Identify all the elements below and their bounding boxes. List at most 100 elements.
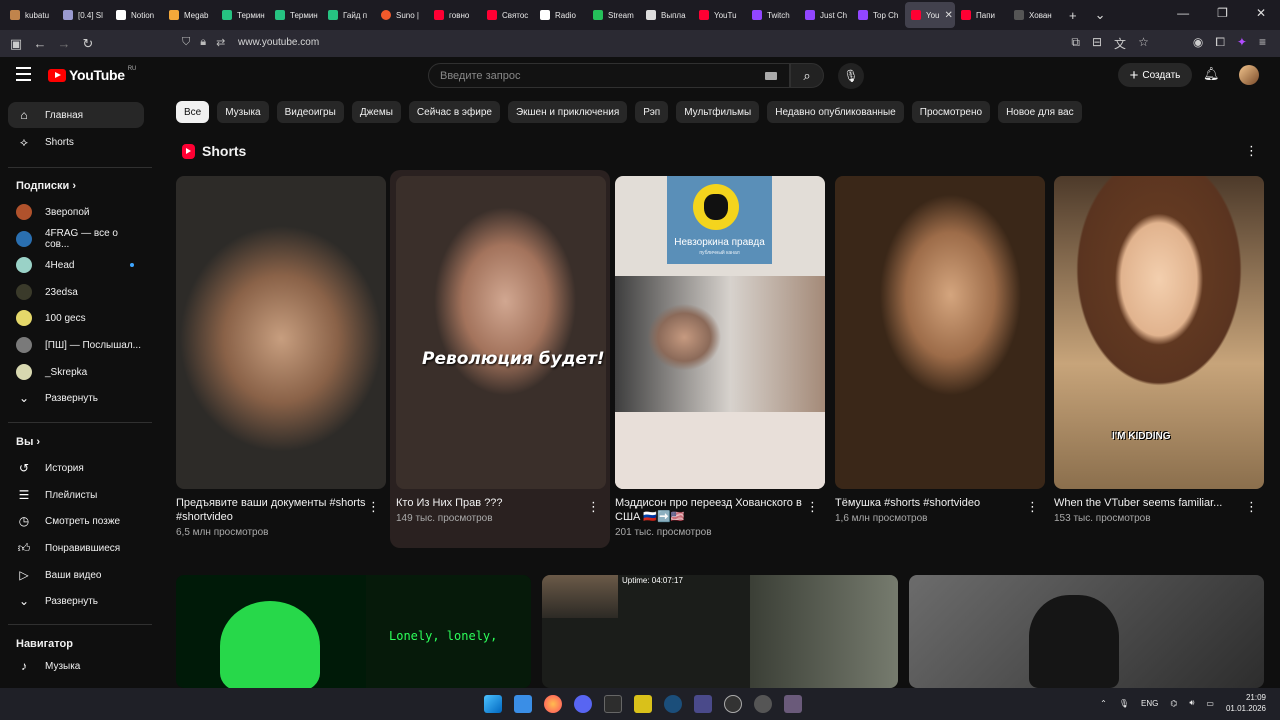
bookmark-star-icon[interactable]: ☆: [1138, 35, 1149, 52]
back-icon[interactable]: ←: [28, 36, 52, 51]
more-vertical-icon[interactable]: ⋮: [367, 499, 380, 515]
picture-in-picture-icon[interactable]: ⧉: [1071, 35, 1080, 52]
shield-icon[interactable]: ⛉: [182, 36, 190, 49]
network-icon[interactable]: ⌬: [1170, 699, 1177, 708]
short-card[interactable]: Предъявите ваши документы #shorts #short…: [176, 176, 386, 538]
translate-icon[interactable]: 文: [1114, 35, 1126, 52]
sidebar-item-subscription[interactable]: [ПШ] — Послышал...: [8, 332, 144, 358]
permissions-icon[interactable]: ⇄: [216, 36, 225, 49]
obs-icon[interactable]: [724, 695, 742, 713]
more-vertical-icon[interactable]: ⋮: [587, 499, 600, 515]
you-heading[interactable]: Вы ›: [16, 436, 40, 448]
sidebar-item-shorts[interactable]: ⟡ Shorts: [8, 129, 144, 155]
short-title[interactable]: When the VTuber seems familiar...: [1054, 496, 1244, 510]
chip[interactable]: Музыка: [217, 101, 269, 123]
sidebar-item-liked[interactable]: 👍︎ Понравившиеся: [8, 535, 144, 561]
chip[interactable]: Рэп: [635, 101, 669, 123]
browser-tab[interactable]: Хован: [1008, 2, 1061, 28]
sidebar-item-expand-you[interactable]: ⌄ Развернуть: [8, 588, 144, 614]
short-card[interactable]: Невзоркина правда публичный канал Мэддис…: [615, 176, 825, 538]
lock-icon[interactable]: 🔒︎: [200, 36, 206, 49]
short-thumbnail[interactable]: [835, 176, 1045, 489]
sidebar-item-expand-subscriptions[interactable]: ⌄ Развернуть: [8, 385, 144, 411]
search-input[interactable]: Введите запрос: [428, 63, 790, 88]
browser-tab[interactable]: kubatu: [4, 2, 57, 28]
volume-icon[interactable]: 🔊︎: [1189, 698, 1194, 708]
browser-tab[interactable]: Папи: [955, 2, 1008, 28]
extension-purple-icon[interactable]: ✦: [1237, 35, 1247, 52]
firefox-icon[interactable]: [544, 695, 562, 713]
account-icon[interactable]: ◉: [1193, 35, 1203, 52]
more-vertical-icon[interactable]: ⋮: [1026, 499, 1039, 515]
app-triangle-icon[interactable]: [694, 695, 712, 713]
settings-gear-icon[interactable]: [754, 695, 772, 713]
browser-tab[interactable]: YouTu: [693, 2, 746, 28]
chip[interactable]: Сейчас в эфире: [408, 101, 500, 123]
video-thumbnail[interactable]: Lonely, lonely,: [176, 575, 531, 688]
minimize-icon[interactable]: —: [1177, 6, 1189, 20]
youtube-logo[interactable]: YouTube RU: [48, 66, 136, 83]
browser-tab[interactable]: Notion: [110, 2, 163, 28]
forward-icon[interactable]: →: [52, 36, 76, 51]
sidebar-item-history[interactable]: ↺ История: [8, 455, 144, 481]
browser-tab[interactable]: Megab: [163, 2, 216, 28]
reload-icon[interactable]: ↻: [76, 36, 100, 52]
close-tab-icon[interactable]: ✕: [945, 10, 953, 21]
chip[interactable]: Джемы: [351, 101, 401, 123]
sidebar-item-home[interactable]: ⌂ Главная: [8, 102, 144, 128]
browser-tab[interactable]: Stream: [587, 2, 640, 28]
browser-tab[interactable]: Термин: [269, 2, 322, 28]
sidebar-item-subscription[interactable]: 100 gecs: [8, 305, 144, 331]
sidebar-item-subscription[interactable]: Зверопой: [8, 199, 144, 225]
browser-tab[interactable]: Top Ch: [852, 2, 905, 28]
short-title[interactable]: Кто Из Них Прав ???: [396, 496, 586, 510]
steam-icon[interactable]: [664, 695, 682, 713]
save-icon[interactable]: ⊟: [1092, 35, 1102, 52]
short-thumbnail[interactable]: [176, 176, 386, 489]
chip[interactable]: Мультфильмы: [676, 101, 760, 123]
notifications-bell-icon[interactable]: 🔔︎: [1203, 66, 1220, 82]
browser-tab[interactable]: Гайд п: [322, 2, 375, 28]
browser-tab[interactable]: Термин: [216, 2, 269, 28]
sidebar-item-subscription[interactable]: 4FRAG — все о сов...: [8, 226, 144, 252]
discord-icon[interactable]: [574, 695, 592, 713]
short-title[interactable]: Тёмушка #shorts #shortvideo: [835, 496, 1025, 510]
browser-tab[interactable]: Twitch: [746, 2, 799, 28]
sidebar-item-subscription[interactable]: _Skrepka: [8, 359, 144, 385]
microphone-tray-icon[interactable]: 🎙︎: [1119, 699, 1129, 708]
short-card[interactable]: Тёмушка #shorts #shortvideo 1,6 млн прос…: [835, 176, 1045, 524]
file-explorer-icon[interactable]: [514, 695, 532, 713]
tray-chevron-icon[interactable]: ⌃: [1100, 699, 1107, 708]
more-vertical-icon[interactable]: ⋮: [1245, 143, 1258, 159]
search-button[interactable]: ⌕: [790, 63, 824, 88]
browser-tab[interactable]: Just Ch: [799, 2, 852, 28]
voice-search-button[interactable]: 🎙︎: [838, 63, 864, 89]
sidebar-toggle-icon[interactable]: ▣: [4, 36, 28, 52]
browser-tab[interactable]: [0.4] Sl: [57, 2, 110, 28]
sidebar-item-playlists[interactable]: ☰ Плейлисты: [8, 482, 144, 508]
sidebar-item-your-videos[interactable]: ▷ Ваши видео: [8, 562, 144, 588]
subscriptions-heading[interactable]: Подписки ›: [16, 180, 76, 192]
chip[interactable]: Просмотрено: [911, 101, 991, 123]
extensions-icon[interactable]: ⧠: [1215, 35, 1225, 52]
short-thumbnail[interactable]: I'M KIDDING: [1054, 176, 1264, 489]
browser-tab[interactable]: Святос: [481, 2, 534, 28]
tab-list-chevron-icon[interactable]: ⌄: [1095, 7, 1106, 23]
account-avatar[interactable]: [1239, 65, 1259, 85]
browser-tab-active[interactable]: You ✕: [905, 2, 955, 28]
chip[interactable]: Недавно опубликованные: [767, 101, 904, 123]
terminal-icon[interactable]: [604, 695, 622, 713]
system-clock[interactable]: 21:09 01.01.2026: [1226, 692, 1266, 714]
windows-start-icon[interactable]: [484, 695, 502, 713]
restore-icon[interactable]: ❐: [1217, 6, 1228, 20]
more-vertical-icon[interactable]: ⋮: [1245, 499, 1258, 515]
battery-icon[interactable]: ▭: [1206, 699, 1214, 708]
sidebar-item-subscription[interactable]: 23edsa: [8, 279, 144, 305]
new-tab-icon[interactable]: +: [1069, 8, 1077, 23]
chip[interactable]: Экшен и приключения: [507, 101, 628, 123]
short-thumbnail[interactable]: Революция будет!: [396, 176, 606, 489]
short-title[interactable]: Мэддисон про переезд Хованского в США 🇷🇺…: [615, 496, 805, 524]
video-thumbnail[interactable]: [909, 575, 1264, 688]
address-bar[interactable]: www.youtube.com: [238, 37, 319, 48]
close-window-icon[interactable]: ✕: [1256, 6, 1266, 20]
